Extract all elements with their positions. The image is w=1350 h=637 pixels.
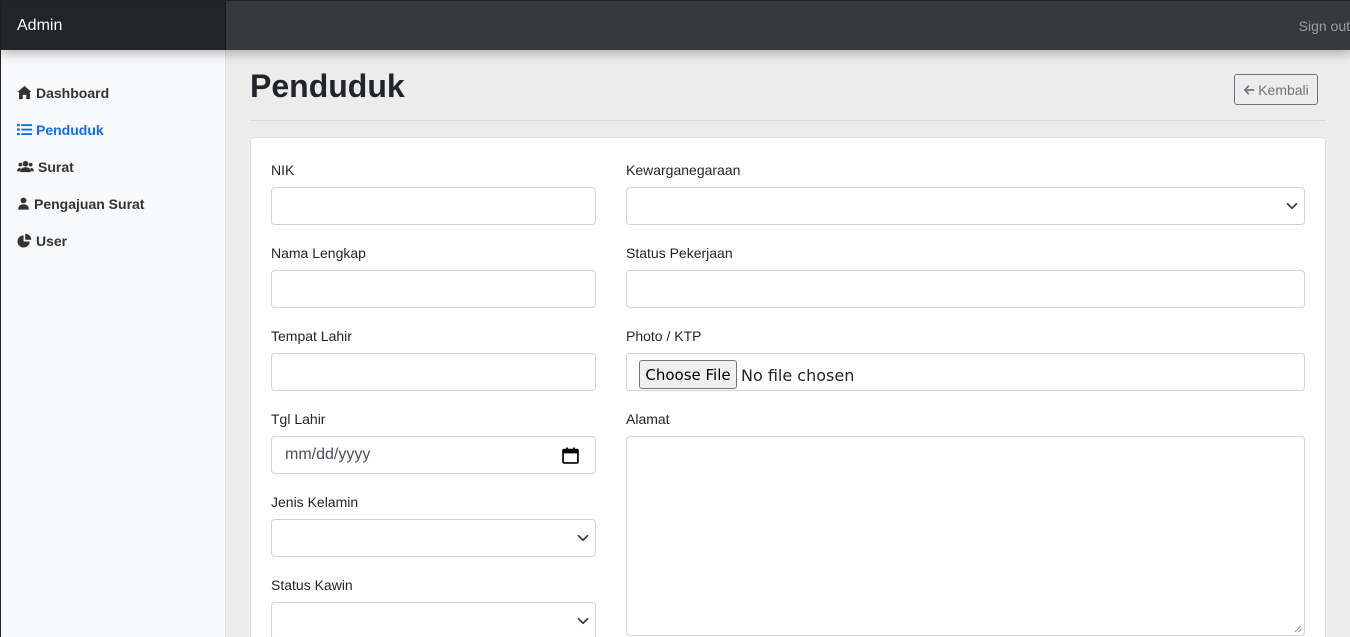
file-status: No file chosen	[741, 366, 855, 385]
divider	[250, 120, 1326, 121]
sign-out-link[interactable]: Sign out	[1250, 1, 1350, 50]
status-kawin-label: Status Kawin	[271, 577, 353, 593]
sidebar-item-user[interactable]: User	[1, 222, 225, 259]
tgl-lahir-label: Tgl Lahir	[271, 411, 326, 427]
status-kawin-select[interactable]	[271, 602, 596, 637]
sidebar-item-surat[interactable]: Surat	[1, 148, 225, 185]
nik-label: NIK	[271, 162, 295, 178]
kewarganegaraan-select[interactable]	[626, 187, 1305, 225]
sidebar-item-label: User	[36, 232, 68, 249]
tgl-lahir-date-input[interactable]: mm/dd/yyyy	[271, 436, 596, 474]
form-card: NIK Nama Lengkap Tempat Lahir Tgl Lahir …	[250, 137, 1326, 637]
main-content: Penduduk Kembali NIK Nama Lengkap Tempat…	[226, 50, 1350, 637]
photo-ktp-label: Photo / KTP	[626, 328, 702, 344]
tempat-lahir-field[interactable]	[271, 353, 596, 391]
page-title: Penduduk	[250, 68, 405, 104]
arrow-left-icon	[1243, 84, 1255, 95]
chevron-down-icon	[577, 534, 589, 542]
sidebar-item-pengajuan-surat[interactable]: Pengajuan Surat	[1, 185, 225, 222]
chevron-down-icon	[1286, 202, 1298, 210]
alamat-label: Alamat	[626, 411, 670, 427]
nama-lengkap-field[interactable]	[271, 270, 596, 308]
date-placeholder: mm/dd/yyyy	[285, 446, 371, 463]
sidebar-item-penduduk[interactable]: Penduduk	[1, 111, 225, 148]
alamat-textarea[interactable]	[626, 436, 1305, 636]
jenis-kelamin-label: Jenis Kelamin	[271, 494, 359, 510]
sidebar-item-label: Penduduk	[36, 121, 104, 138]
photo-file-input[interactable]: Choose File No file chosen	[626, 353, 1305, 391]
jenis-kelamin-select[interactable]	[271, 519, 596, 557]
list-icon	[17, 123, 32, 136]
sidebar-item-label: Surat	[38, 158, 74, 175]
status-pekerjaan-field[interactable]	[626, 270, 1305, 308]
brand-logo[interactable]: Admin	[1, 1, 226, 50]
nama-lengkap-label: Nama Lengkap	[271, 245, 366, 261]
nik-field[interactable]	[271, 187, 596, 225]
home-icon	[17, 85, 32, 100]
chevron-down-icon	[577, 617, 589, 625]
pie-chart-icon	[17, 233, 32, 248]
sidebar-item-label: Dashboard	[36, 84, 110, 101]
tempat-lahir-label: Tempat Lahir	[271, 328, 352, 344]
choose-file-button[interactable]: Choose File	[639, 360, 737, 389]
top-navbar: Admin Sign out	[1, 1, 1350, 50]
calendar-icon[interactable]	[562, 447, 579, 464]
sidebar-item-label: Pengajuan Surat	[34, 195, 145, 212]
back-button-label: Kembali	[1258, 81, 1309, 98]
back-button[interactable]: Kembali	[1234, 74, 1318, 105]
sidebar: Dashboard Penduduk Surat Pengajuan Surat…	[1, 50, 226, 637]
resize-handle-icon[interactable]	[1293, 624, 1302, 633]
status-pekerjaan-label: Status Pekerjaan	[626, 245, 733, 261]
kewarganegaraan-label: Kewarganegaraan	[626, 162, 741, 178]
sidebar-item-dashboard[interactable]: Dashboard	[1, 74, 225, 111]
user-icon	[18, 197, 29, 210]
users-icon	[17, 160, 34, 173]
